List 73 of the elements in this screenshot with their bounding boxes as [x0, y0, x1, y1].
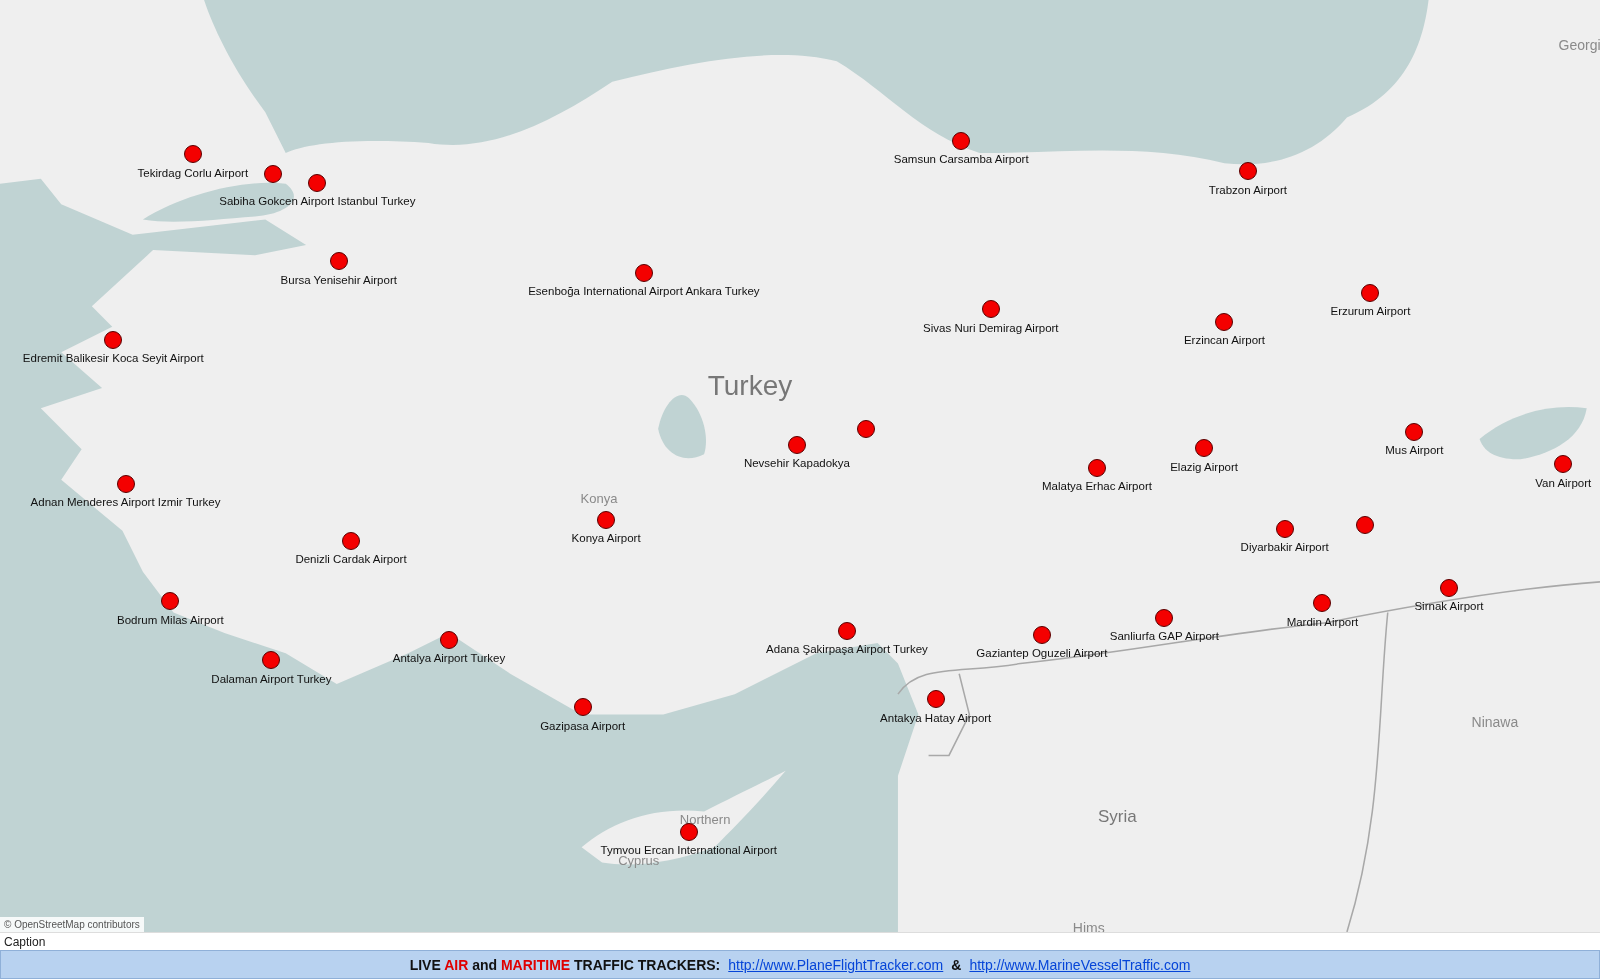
airport-marker[interactable] [787, 436, 806, 455]
place-label: Konya [580, 491, 618, 505]
tracker-link[interactable]: http://www.MarineVesselTraffic.com [969, 956, 1191, 973]
airport-label: Malatya Erhac Airport [1041, 479, 1152, 493]
airport-marker[interactable] [573, 698, 592, 717]
airport-label: Bursa Yenisehir Airport [280, 273, 397, 287]
airport-label: Sivas Nuri Demirag Airport [923, 321, 1059, 335]
airport-label: Elazig Airport [1170, 460, 1238, 473]
airport-label: Tekirdag Corlu Airport [137, 166, 249, 179]
airport-marker[interactable] [857, 419, 876, 438]
airport-marker[interactable] [1087, 458, 1106, 477]
airport-label: Trabzon Airport [1208, 183, 1288, 197]
airport-label: Van Airport [1535, 476, 1592, 490]
airport-label: Mus Airport [1385, 443, 1444, 457]
banner-heading: LIVE AIR and MARITIME TRAFFIC TRACKERS: [409, 956, 721, 973]
airport-marker[interactable] [634, 263, 653, 282]
airport-marker[interactable] [161, 592, 180, 611]
airport-marker[interactable] [1275, 519, 1294, 538]
airport-label: Samsun Carsamba Airport [893, 152, 1029, 166]
airport-label: Antakya Hatay Airport [880, 711, 992, 725]
airport-marker[interactable] [1361, 283, 1380, 302]
place-label: Turkey [707, 371, 793, 400]
airport-label: Sabiha Gokcen Airport Istanbul Turkey [219, 194, 416, 208]
airport-marker[interactable] [116, 474, 135, 493]
airport-label: Denizli Cardak Airport [295, 552, 407, 566]
place-label: Georgi [1558, 37, 1600, 52]
caption-label: Caption [4, 934, 46, 949]
airport-marker[interactable] [1238, 162, 1257, 181]
airport-marker[interactable] [342, 532, 360, 550]
airport-label: Mardin Airport [1286, 615, 1359, 629]
airport-label: Gaziantep Oguzeli Airport [976, 646, 1108, 660]
airport-marker[interactable] [837, 621, 856, 640]
airport-marker[interactable] [104, 330, 123, 349]
ampersand-text: & [951, 956, 962, 973]
tracker-link[interactable]: http://www.PlaneFlightTracker.com [728, 956, 944, 973]
airport-label: Antalya Airport Turkey [392, 651, 506, 665]
place-label: Northern [679, 812, 731, 826]
place-label: Cyprus [618, 853, 660, 866]
airport-marker[interactable] [597, 510, 616, 529]
airport-marker[interactable] [1032, 625, 1051, 644]
airport-label: Adnan Menderes Airport Izmir Turkey [30, 495, 221, 509]
airport-label: Sirnak Airport [1414, 599, 1484, 613]
airport-marker[interactable] [183, 145, 202, 164]
map-attribution: © OpenStreetMap contributors [0, 917, 144, 932]
airport-marker[interactable] [1313, 594, 1332, 613]
airport-label: Erzurum Airport [1330, 304, 1411, 318]
airport-marker[interactable] [1155, 608, 1174, 627]
place-label: Syria [1098, 807, 1137, 825]
airport-marker[interactable] [329, 252, 348, 271]
airport-label: Erzincan Airport [1183, 333, 1266, 347]
airport-label: Nevsehir Kapadokya [743, 456, 850, 470]
lake-drawing [658, 395, 706, 459]
place-label: Ninawa [1471, 714, 1519, 729]
airport-marker[interactable] [1215, 312, 1234, 331]
airport-marker[interactable] [1554, 455, 1573, 474]
airport-marker[interactable] [1356, 515, 1375, 534]
airport-marker[interactable] [1405, 422, 1424, 441]
airport-label: Dalaman Airport Turkey [211, 672, 332, 686]
airport-label: Sanliurfa GAP Airport [1109, 629, 1219, 643]
airport-marker[interactable] [308, 173, 327, 192]
airport-label: Gazipasa Airport [540, 719, 626, 733]
airport-label: Konya Airport [571, 531, 641, 545]
airport-marker[interactable] [1439, 579, 1458, 597]
airport-label: Bodrum Milas Airport [117, 613, 224, 627]
airport-marker[interactable] [926, 690, 945, 709]
airport-marker[interactable] [1195, 439, 1214, 458]
airport-marker[interactable] [981, 300, 1000, 319]
airport-label: Diyarbakir Airport [1240, 540, 1329, 554]
airport-label: Esenboğa International Airport Ankara Turkey [528, 284, 760, 298]
airport-label: Edremit Balikesir Koca Seyit Airport [22, 351, 204, 365]
airport-label: Tymvou Ercan International Airport [600, 843, 777, 856]
airport-marker[interactable] [264, 164, 283, 183]
airport-label: Adana Şakirpaşa Airport Turkey [766, 642, 928, 656]
